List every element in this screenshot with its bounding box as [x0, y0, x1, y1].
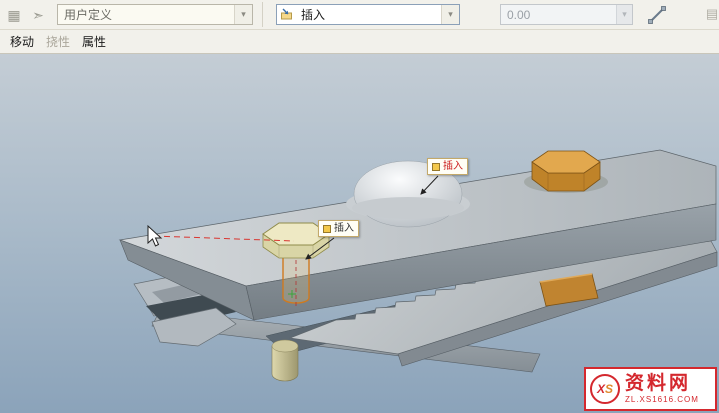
- offset-value: 0.00: [501, 8, 616, 22]
- cad-application-window: ▦ ➣ 用户定义 ▾ 插入 ▾ 0.00 ▾: [0, 0, 719, 413]
- tab-flexibility: 挠性: [40, 33, 76, 50]
- panel-icon[interactable]: ▤: [703, 5, 719, 23]
- constraint-tag-dome[interactable]: 插入: [427, 158, 468, 175]
- tab-properties[interactable]: 属性: [76, 33, 112, 50]
- constraint-type-value: 插入: [295, 6, 441, 23]
- chevron-down-icon: ▾: [616, 5, 632, 24]
- watermark-logo-s: S: [605, 382, 613, 396]
- 3d-scene[interactable]: [0, 54, 719, 413]
- insert-mini-icon: [323, 225, 331, 233]
- watermark-url: ZL.XS1616.COM: [625, 396, 699, 404]
- watermark-site-name: 资料网: [625, 374, 699, 393]
- top-toolbar: ▦ ➣ 用户定义 ▾ 插入 ▾ 0.00 ▾: [0, 0, 719, 30]
- insert-icon: [277, 8, 295, 21]
- flip-constraint-icon[interactable]: [646, 4, 668, 26]
- watermark: XS 资料网 ZL.XS1616.COM: [584, 367, 717, 411]
- chevron-down-icon[interactable]: ▾: [234, 5, 252, 24]
- constraint-tag-bolt-label: 插入: [334, 221, 354, 236]
- constraint-tag-dome-label: 插入: [443, 159, 463, 174]
- grid-icon[interactable]: ▦: [4, 5, 24, 25]
- option-tabs: 移动 挠性 属性: [0, 30, 719, 54]
- tan-cylinder-top: [272, 340, 298, 352]
- flag-arrow-icon[interactable]: ➣: [28, 5, 48, 25]
- constraint-type-dropdown[interactable]: 插入 ▾: [276, 4, 460, 25]
- toolbar-separator: [262, 2, 263, 27]
- offset-value-field[interactable]: 0.00 ▾: [500, 4, 633, 25]
- 3d-viewport[interactable]: 插入 插入: [0, 54, 719, 413]
- constraint-tag-bolt[interactable]: 插入: [318, 220, 359, 237]
- user-defined-dropdown[interactable]: 用户定义 ▾: [57, 4, 253, 25]
- chevron-down-icon[interactable]: ▾: [441, 5, 459, 24]
- insert-mini-icon: [432, 163, 440, 171]
- tab-move[interactable]: 移动: [4, 33, 40, 50]
- dome-blend: [352, 197, 464, 219]
- watermark-logo-x: X: [597, 382, 605, 396]
- user-defined-dropdown-value: 用户定义: [58, 6, 234, 23]
- watermark-logo: XS: [590, 374, 620, 404]
